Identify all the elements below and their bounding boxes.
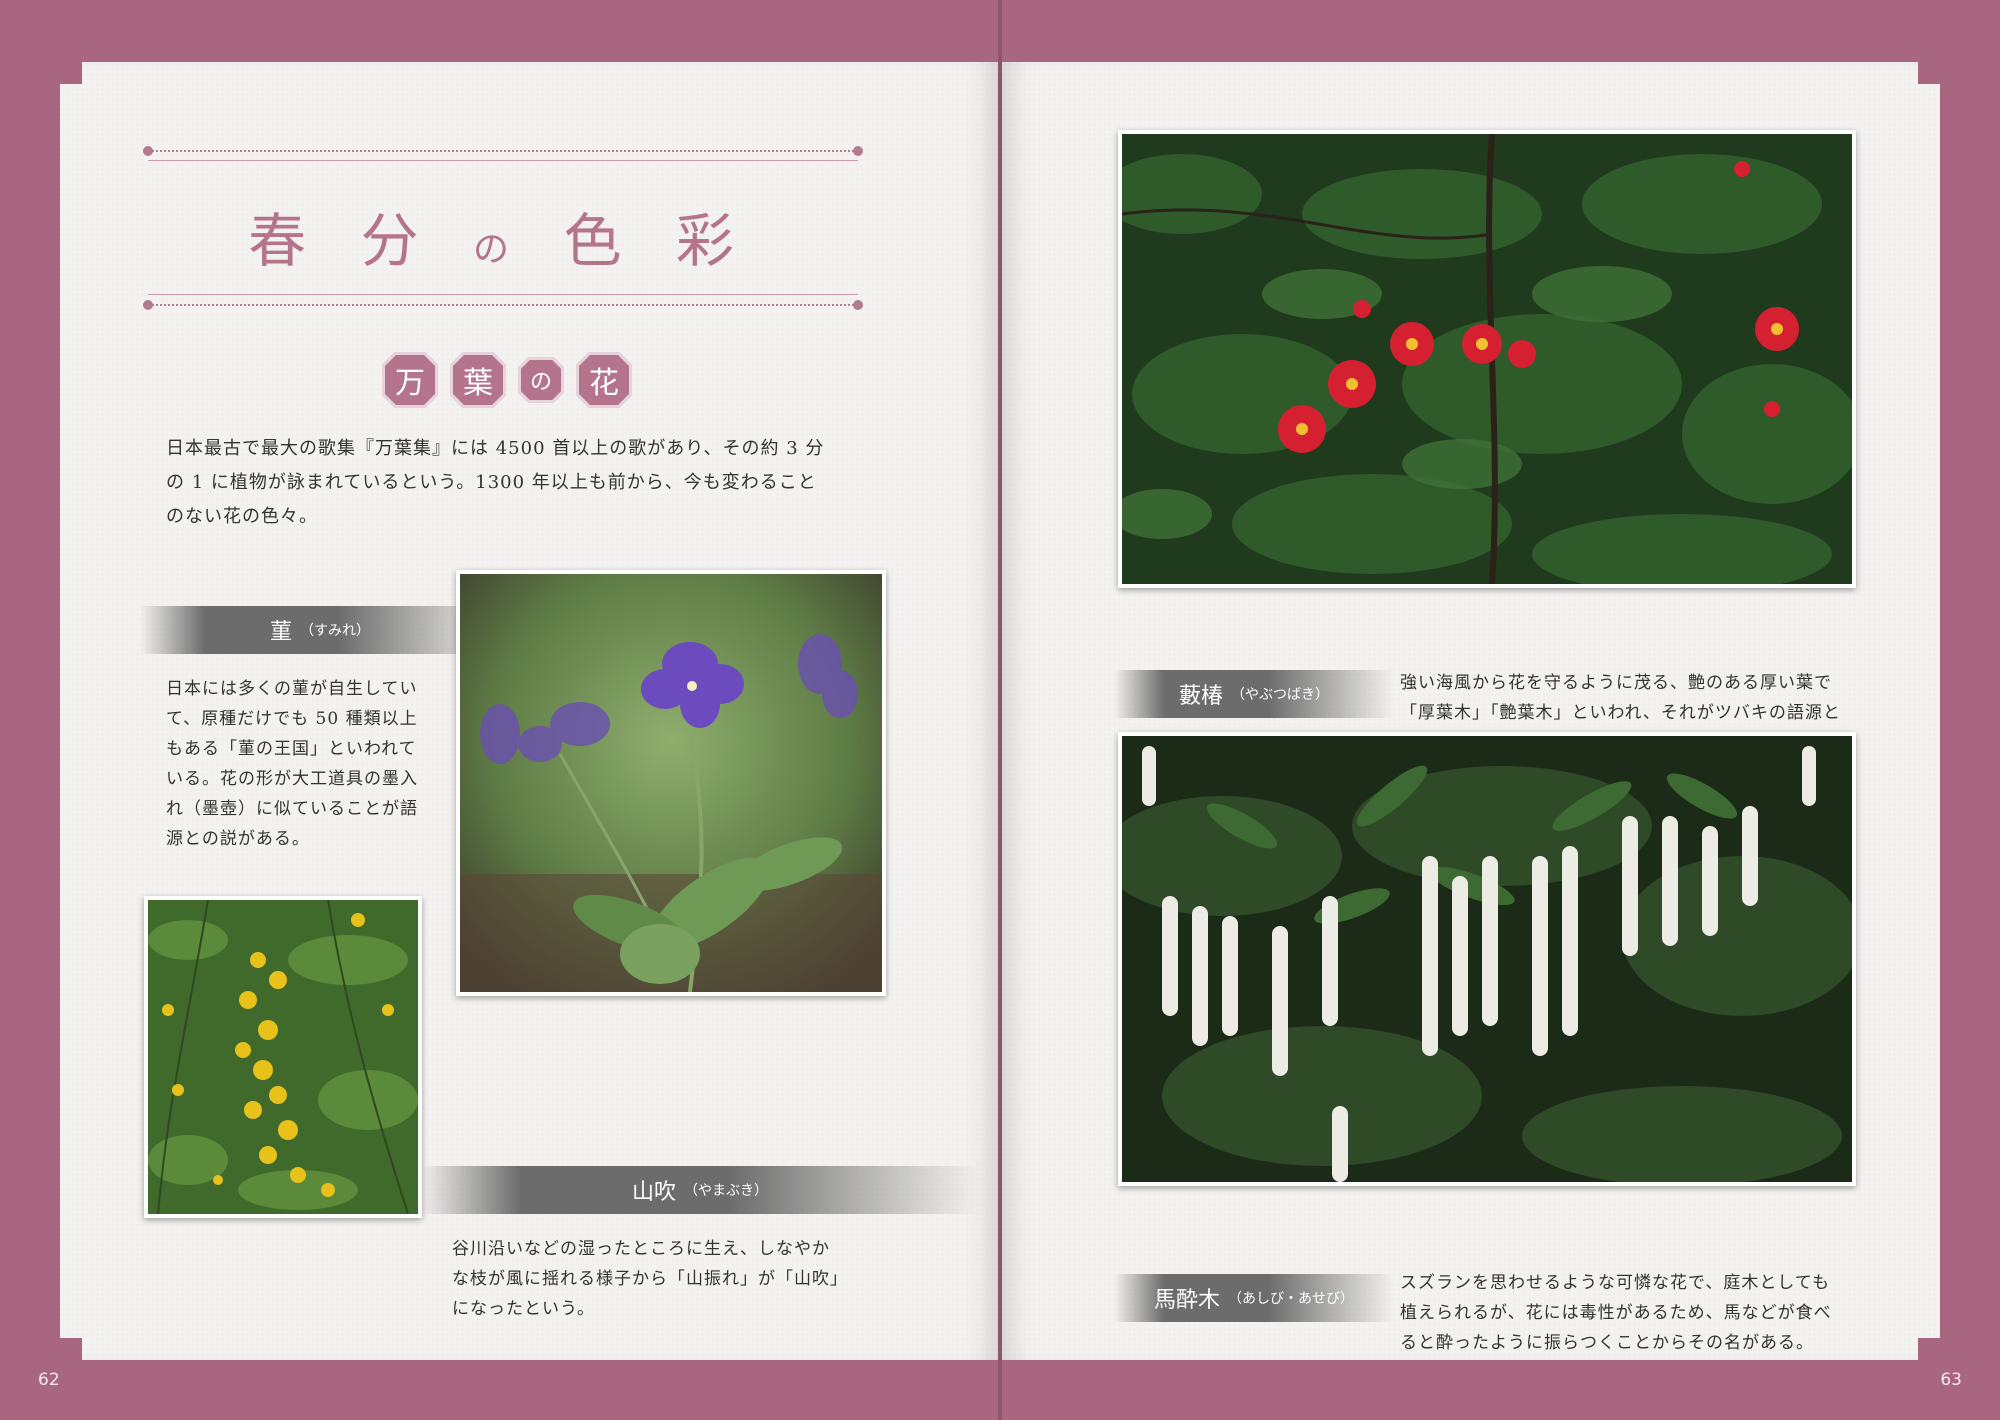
text-line: 源との説がある。 — [166, 829, 310, 849]
flower-name: 馬酔木 — [1153, 1288, 1220, 1313]
text-line: になったという。 — [452, 1299, 595, 1319]
title-bottom-line — [148, 294, 858, 295]
text-line: な枝が風に揺れる様子から「山振れ」が「山吹」 — [452, 1269, 848, 1289]
corner-notch — [1918, 62, 1940, 84]
sumire-label: 菫 （すみれ） — [140, 606, 500, 654]
title-top-rule — [143, 146, 863, 156]
subtitle-badge: 万 — [385, 355, 435, 405]
corner-notch — [60, 1338, 82, 1360]
camellia-photo — [1118, 130, 1856, 588]
corner-notch — [1918, 1338, 1940, 1360]
subtitle-badge: の — [521, 360, 561, 400]
text-line: スズランを思わせるような可憐な花で、庭木としても — [1400, 1273, 1830, 1293]
text-line: もある「菫の王国」といわれて — [166, 739, 417, 759]
yamabuki-label: 山吹 （やまぶき） — [420, 1166, 980, 1214]
ashibi-label: 馬酔木 （あしび・あせび） — [1114, 1274, 1394, 1322]
right-page: 藪椿 （やぶつばき） 強い海風から花を守るように茂る、艶のある厚い葉で 「厚葉木… — [1002, 62, 1940, 1360]
text-line: れ（墨壺）に似ていることが語 — [166, 799, 418, 819]
sumire-text: 日本には多くの菫が自生してい て、原種だけでも 50 種類以上 もある「菫の王国… — [166, 674, 496, 854]
title-char: 彩 — [675, 207, 752, 275]
text-line: 日本には多くの菫が自生してい — [166, 679, 418, 699]
flower-name: 藪椿 — [1178, 684, 1223, 709]
text-line: 「厚葉木」「艶葉木」といわれ、それがツバキの語源と — [1400, 703, 1841, 723]
text-line: 強い海風から花を守るように茂る、艶のある厚い葉で — [1400, 673, 1832, 693]
yabutsubaki-label: 藪椿 （やぶつばき） — [1114, 670, 1394, 718]
subtitle-badges: 万 葉 の 花 — [382, 352, 632, 408]
page-title: 春 分 の 色 彩 — [140, 194, 860, 278]
yamabuki-photo — [144, 896, 422, 1218]
flower-name: 山吹 — [631, 1180, 676, 1205]
yamabuki-text: 谷川沿いなどの湿ったところに生え、しなやか な枝が風に揺れる様子から「山振れ」が… — [452, 1234, 972, 1324]
text-line: いる。花の形が大工道具の墨入 — [166, 769, 418, 789]
title-char: の — [472, 229, 527, 270]
intro-line: のない花の色々。 — [166, 506, 318, 527]
corner-notch — [60, 62, 82, 84]
subtitle-badge: 葉 — [453, 355, 503, 405]
flower-reading: （やぶつばき） — [1231, 687, 1329, 703]
title-char: 分 — [360, 207, 437, 275]
intro-line: の 1 に植物が詠まれているという。1300 年以上も前から、今も変わること — [166, 472, 817, 493]
title-char: 春 — [248, 207, 325, 275]
violet-photo — [456, 570, 886, 996]
flower-reading: （やまぶき） — [684, 1183, 768, 1199]
ashibi-photo — [1118, 732, 1856, 1186]
flower-reading: （あしび・あせび） — [1228, 1291, 1354, 1307]
flower-name: 菫 — [269, 620, 292, 645]
text-line: ると酔ったように振らつくことからその名がある。 — [1400, 1333, 1814, 1353]
subtitle-badge: 花 — [579, 355, 629, 405]
page-number-right: 63 — [1940, 1370, 1962, 1390]
page-number-left: 62 — [38, 1370, 60, 1390]
intro-line: 日本最古で最大の歌集『万葉集』には 4500 首以上の歌があり、その約 3 分 — [166, 438, 825, 459]
flower-reading: （すみれ） — [300, 623, 370, 639]
text-line: 谷川沿いなどの湿ったところに生え、しなやか — [452, 1239, 830, 1259]
title-bottom-rule — [143, 300, 863, 310]
title-top-line — [148, 160, 858, 161]
left-page: 春 分 の 色 彩 万 葉 の 花 日本最古で最大の歌集『万葉集』には 4500… — [60, 62, 998, 1360]
text-line: 植えられるが、花には毒性があるため、馬などが食べ — [1400, 1303, 1832, 1323]
text-line: て、原種だけでも 50 種類以上 — [166, 709, 418, 729]
title-char: 色 — [563, 207, 640, 275]
intro-text: 日本最古で最大の歌集『万葉集』には 4500 首以上の歌があり、その約 3 分 … — [166, 432, 906, 534]
ashibi-text: スズランを思わせるような可憐な花で、庭木としても 植えられるが、花には毒性がある… — [1400, 1268, 1880, 1358]
